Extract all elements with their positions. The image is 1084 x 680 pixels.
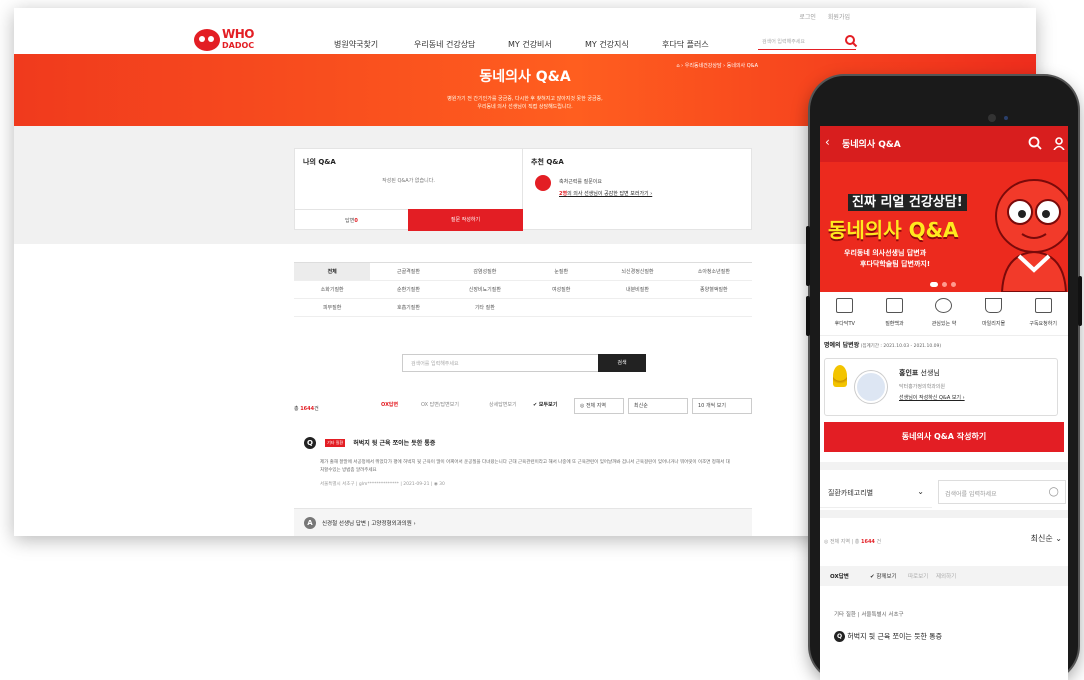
category-item[interactable]: 소화기질환: [294, 281, 371, 299]
promo-banner[interactable]: 진짜 리얼 건강상담! 동네의사 Q&A 우리동네 의사선생님 답변과 후다닥학…: [820, 162, 1068, 292]
basket-icon: [985, 298, 1003, 313]
quick-encyclopedia[interactable]: 질환백과: [871, 298, 917, 327]
honor-title: 명예의 답변왕 (집계기간 : 2021.10.03 - 2021.10.09): [824, 342, 942, 349]
total-count: 총 1644건: [294, 406, 319, 412]
answer-row[interactable]: A 신경철 선생님 답변 | 고양정형외과의원 ›: [294, 508, 752, 536]
recommended-question[interactable]: 축처근력를 질문이요: [559, 178, 602, 185]
menu-secretary[interactable]: MY 건강비서: [508, 39, 552, 50]
quick-tv[interactable]: 후다닥TV: [822, 298, 868, 327]
avatar: [855, 371, 887, 403]
quick-medicine[interactable]: 관심있는 약: [921, 298, 967, 327]
question-meta: 서울특별시 서초구 | glm************** | 2021-09-…: [320, 482, 445, 487]
search-icon[interactable]: [844, 34, 858, 48]
my-qa-panel: 나의 Q&A 작성된 Q&A가 없습니다. 답변0 질문 작성하기: [295, 149, 523, 231]
category-item[interactable]: 종양혈액질환: [675, 281, 752, 299]
my-answers-tab[interactable]: 답변0: [295, 209, 408, 231]
ox-view-filter[interactable]: OX 답변/답변보기: [416, 398, 464, 414]
region-select[interactable]: ◎ 전체 지역: [574, 398, 624, 414]
recommended-qa-panel: 추천 Q&A 축처근력를 질문이요 2명의 의사 선생님이 공감한 답변 보러가…: [531, 158, 653, 197]
search-icon[interactable]: [1028, 136, 1042, 150]
signup-link[interactable]: 회원가입: [828, 12, 850, 21]
logo[interactable]: WHO DADOC: [194, 25, 254, 55]
question-category: 기타 질환 | 서울특별시 서초구: [834, 612, 904, 618]
medal-icon: [833, 365, 847, 387]
doctor-qa-link[interactable]: 선생님이 작성하신 Q&A 보기 ›: [899, 394, 965, 401]
question-item[interactable]: Q 기타 질환 허벅지 뒷 근육 쪼이는 듯한 통증 제가 출해 잘말에 서공정…: [304, 432, 752, 487]
sort-select[interactable]: 최신순: [628, 398, 688, 414]
answer-doctor[interactable]: 신경철 선생님 답변 | 고양정형외과의원 ›: [322, 519, 416, 527]
request-icon: [1034, 298, 1052, 313]
ox-separate[interactable]: 따로보기: [908, 572, 928, 580]
question-title[interactable]: 허벅지 뒷 근육 쪼이는 듯한 통증: [353, 440, 435, 447]
mobile-search-input[interactable]: 검색어를 입력하세요 ○: [938, 480, 1066, 504]
menu-consult[interactable]: 우리동네 건강상담: [414, 39, 475, 50]
mascot-icon: [535, 175, 551, 191]
search-input[interactable]: 검색어 입력해주세요: [758, 34, 858, 50]
quick-request[interactable]: 구독요청하기: [1020, 298, 1066, 327]
detail-view-filter[interactable]: 상세답변보기: [484, 398, 522, 414]
category-item[interactable]: 내분비질환: [599, 281, 676, 299]
util-links: 로그인 회원가입: [799, 12, 850, 21]
ox-filter-bar: OX답변 ✔ 함께보기 따로보기 제외하기: [820, 566, 1068, 586]
menu-plus[interactable]: 후다닥 플러스: [662, 39, 709, 50]
chevron-down-icon: ⌄: [917, 487, 924, 496]
category-item[interactable]: 감염성질환: [446, 263, 523, 281]
category-item[interactable]: 뇌신경정신질환: [599, 263, 676, 281]
ox-together[interactable]: ✔ 함께보기: [870, 572, 897, 580]
question-badge: Q: [304, 436, 316, 449]
per-page-select[interactable]: 10 개씩 보기: [692, 398, 752, 414]
top-doctor-card[interactable]: 홍인표 선생님 닥터홍가정의학과의원 선생님이 작성하신 Q&A 보기 ›: [824, 358, 1058, 416]
all-view-filter[interactable]: ✔ 모두보기: [528, 398, 563, 414]
category-empty: [523, 299, 600, 317]
category-empty: [599, 299, 676, 317]
category-empty: [675, 299, 752, 317]
back-icon[interactable]: ‹: [825, 135, 830, 149]
category-item[interactable]: 순환기질환: [370, 281, 447, 299]
recommended-answer-link[interactable]: 2명의 의사 선생님이 공감한 답변 보러가기 ›: [559, 190, 652, 197]
search-icon[interactable]: ○: [1049, 484, 1059, 498]
user-icon[interactable]: [1052, 136, 1066, 150]
search-button[interactable]: 검색: [598, 354, 646, 372]
category-item[interactable]: 여성질환: [523, 281, 600, 299]
ox-filter[interactable]: OX답변: [376, 398, 404, 414]
mobile-sort-select[interactable]: 최신순 ⌄: [1031, 533, 1062, 544]
menu-hospital[interactable]: 병원약국찾기: [334, 39, 378, 50]
qa-search-input[interactable]: 검색어를 입력해주세요 검색: [402, 354, 646, 372]
pill-icon: [935, 298, 953, 313]
category-tag: 기타 질환: [325, 438, 346, 447]
banner-pagination[interactable]: [930, 282, 956, 287]
quick-mall[interactable]: 마일리지몰: [971, 298, 1017, 327]
question-body: 제가 출해 잘말에 서공정에서 뛰었다가 평에 허벅지 뒷 근육이 많이 아찌어…: [320, 460, 730, 473]
phone-mockup: ‹ 동네의사 Q&A 진짜 리얼 건강상담! 동네의사 Q&A 우리동네 의사선…: [806, 76, 1082, 680]
login-link[interactable]: 로그인: [799, 12, 816, 21]
category-item[interactable]: 전체: [294, 263, 371, 281]
category-item[interactable]: 기타 질환: [446, 299, 523, 317]
quick-menu: 후다닥TV 질환백과 관심있는 약 마일리지몰 구독요청하기: [820, 292, 1068, 336]
category-item[interactable]: 근골격질환: [370, 263, 447, 281]
mobile-header: ‹ 동네의사 Q&A: [820, 126, 1068, 162]
category-select[interactable]: 질환카테고리별 ⌄: [820, 476, 932, 508]
tv-icon: [836, 298, 854, 313]
category-item[interactable]: 눈질환: [523, 263, 600, 281]
answer-badge: A: [304, 517, 316, 529]
book-icon: [885, 298, 903, 313]
category-filter: 전체 근골격질환 감염성질환 눈질환 뇌신경정신질환 소아청소년질환소화기질환 순환기질환 신…: [294, 262, 752, 317]
mascot-image: [995, 179, 1068, 292]
ox-exclude[interactable]: 제외하기: [936, 572, 956, 580]
mobile-title: 동네의사 Q&A: [842, 140, 901, 150]
category-item[interactable]: 호흡기질환: [370, 299, 447, 317]
mobile-screen: ‹ 동네의사 Q&A 진짜 리얼 건강상담! 동네의사 Q&A 우리동네 의사선…: [820, 126, 1068, 680]
category-item[interactable]: 신장비뇨기질환: [446, 281, 523, 299]
category-item[interactable]: 피부질환: [294, 299, 371, 317]
category-item[interactable]: 소아청소년질환: [675, 263, 752, 281]
write-question-button[interactable]: 질문 작성하기: [408, 209, 523, 231]
write-qa-button[interactable]: 동네의사 Q&A 작성하기: [824, 422, 1064, 452]
qa-summary-card: 나의 Q&A 작성된 Q&A가 없습니다. 답변0 질문 작성하기 추천 Q&A…: [294, 148, 752, 231]
location-total[interactable]: ◎ 전체 지역 | 총 1644 건: [824, 538, 881, 545]
menu-knowledge[interactable]: MY 건강지식: [585, 39, 629, 50]
mobile-question-item[interactable]: Q 허벅지 뒷 근육 쪼이는 듯한 통증: [834, 631, 942, 642]
